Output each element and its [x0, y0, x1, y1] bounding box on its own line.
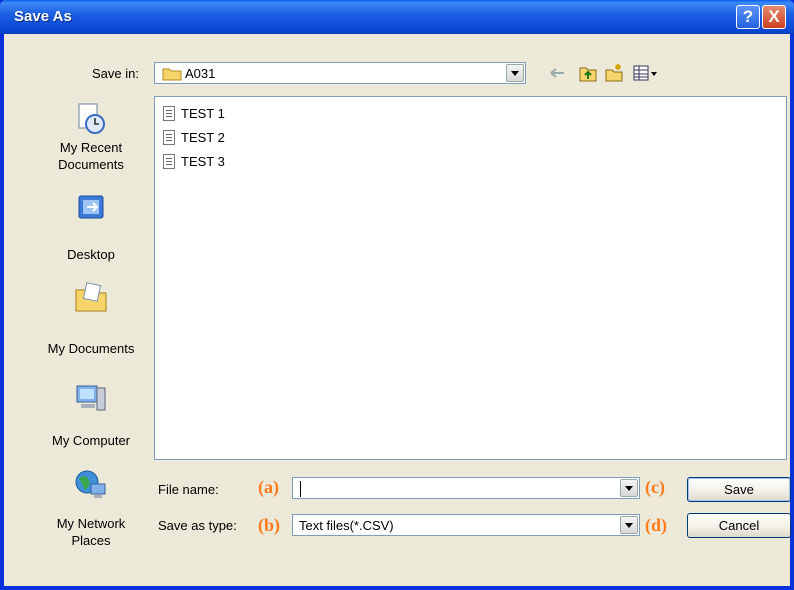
- save-button[interactable]: Save: [687, 477, 791, 502]
- file-name-field[interactable]: [292, 477, 640, 499]
- save-in-value: A031: [185, 66, 216, 81]
- text-cursor: [300, 481, 301, 497]
- annotation-b: (b): [258, 515, 280, 535]
- save-as-type-label: Save as type:: [158, 518, 237, 533]
- place-label: My Recent Documents: [58, 140, 124, 172]
- back-arrow-icon[interactable]: [548, 63, 568, 83]
- save-as-type-value: Text files(*.CSV): [299, 518, 394, 533]
- place-label: My Documents: [47, 341, 135, 356]
- file-label: TEST 3: [181, 154, 225, 169]
- file-label: TEST 1: [181, 106, 225, 121]
- close-button[interactable]: X: [762, 5, 786, 29]
- place-my-computer[interactable]: My Computer: [36, 382, 146, 448]
- close-icon: X: [768, 7, 780, 26]
- save-in-dropdown[interactable]: A031: [154, 62, 526, 84]
- text-file-icon: [163, 130, 175, 145]
- place-label: Desktop: [67, 247, 115, 262]
- my-computer-icon: [76, 385, 106, 411]
- view-menu-icon[interactable]: [632, 63, 658, 83]
- chevron-down-icon[interactable]: [620, 479, 638, 497]
- desktop-icon: [78, 195, 104, 219]
- place-label: My Computer: [51, 433, 131, 448]
- save-as-type-dropdown[interactable]: Text files(*.CSV): [292, 514, 640, 536]
- create-new-folder-icon[interactable]: [604, 63, 624, 83]
- title-bar[interactable]: Save As ? X: [0, 0, 794, 34]
- chevron-down-icon[interactable]: [506, 64, 524, 82]
- place-my-network-places[interactable]: My Network Places: [36, 468, 146, 549]
- my-documents-icon: [75, 282, 107, 312]
- chevron-down-icon[interactable]: [620, 516, 638, 534]
- text-file-icon: [163, 106, 175, 121]
- file-name-label: File name:: [158, 482, 219, 497]
- network-places-icon: [75, 470, 106, 498]
- place-label: My Network Places: [56, 516, 126, 548]
- annotation-d: (d): [645, 515, 667, 535]
- file-list[interactable]: TEST 1 TEST 2 TEST 3: [154, 96, 787, 460]
- place-my-recent-documents[interactable]: My Recent Documents: [36, 102, 146, 173]
- recent-documents-icon: [78, 103, 105, 134]
- save-in-label: Save in:: [92, 66, 139, 81]
- up-one-level-icon[interactable]: [578, 63, 598, 83]
- folder-icon: [162, 68, 182, 81]
- file-label: TEST 2: [181, 130, 225, 145]
- place-my-documents[interactable]: My Documents: [36, 280, 146, 356]
- text-file-icon: [163, 154, 175, 169]
- annotation-c: (c): [645, 477, 665, 497]
- cancel-button[interactable]: Cancel: [687, 513, 791, 538]
- dialog-title: Save As: [14, 8, 72, 25]
- place-desktop[interactable]: Desktop: [36, 192, 146, 262]
- help-icon: ?: [742, 7, 754, 26]
- annotation-a: (a): [258, 477, 279, 497]
- help-button[interactable]: ?: [736, 5, 760, 29]
